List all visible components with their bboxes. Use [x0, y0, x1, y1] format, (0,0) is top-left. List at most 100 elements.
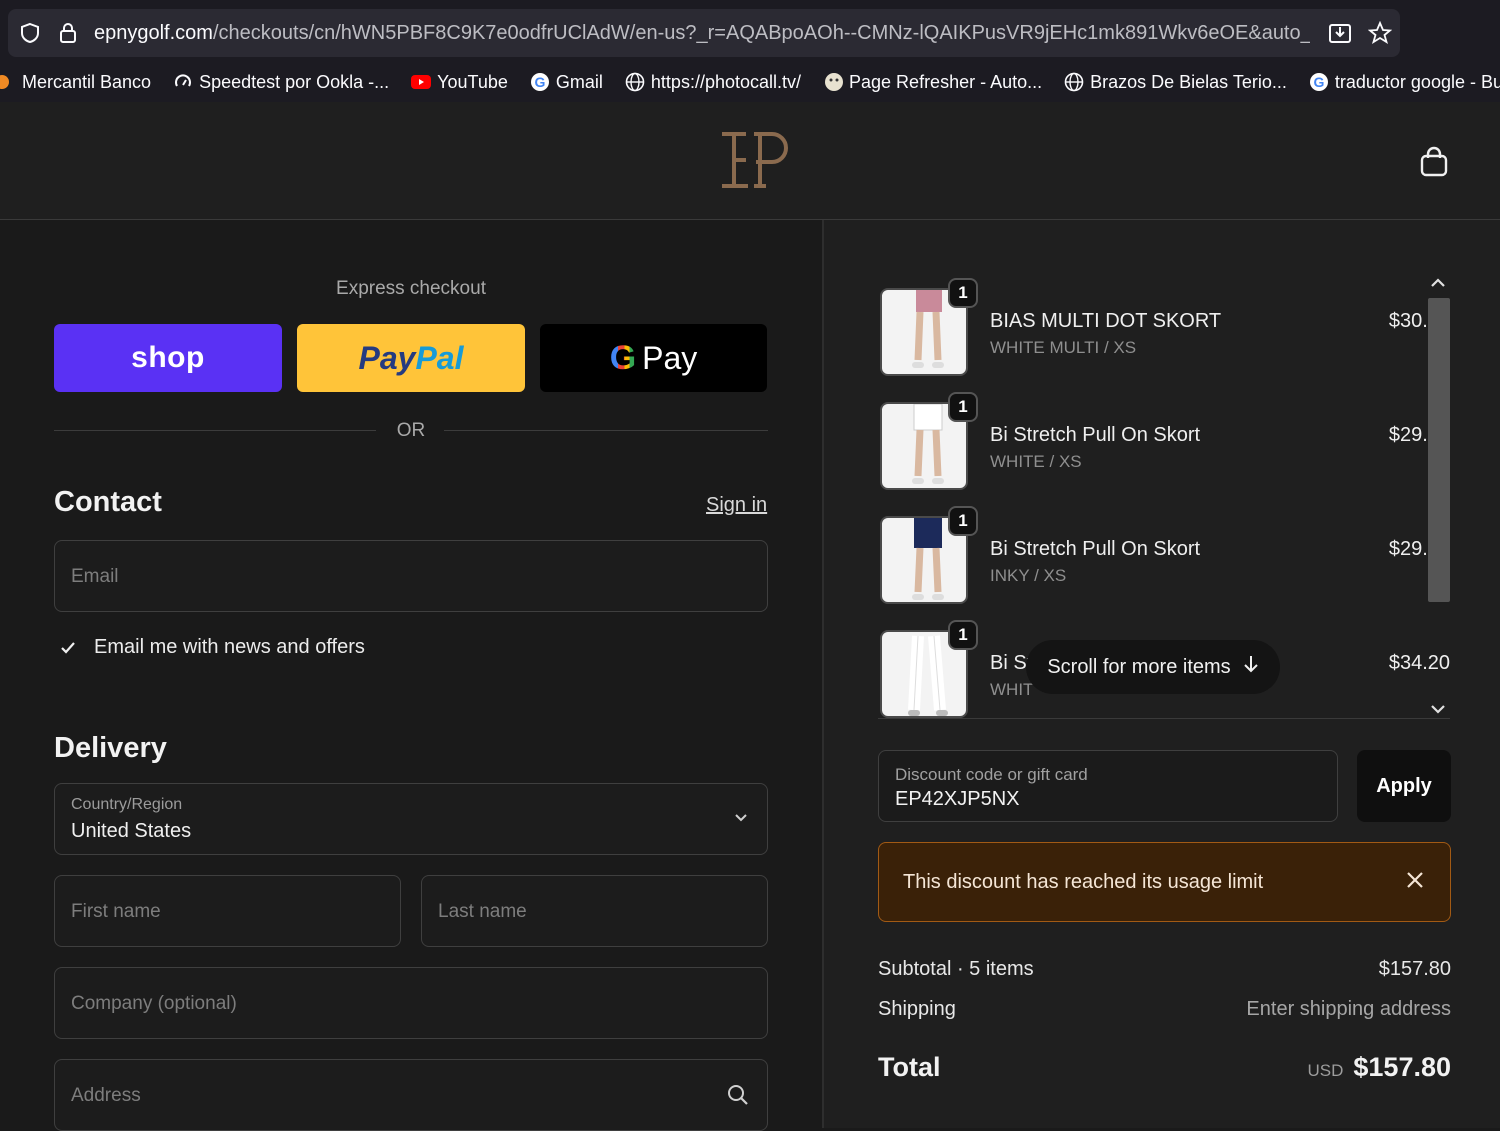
- shipping-label: Shipping: [878, 998, 956, 1020]
- items-divider: [878, 718, 1450, 719]
- sign-in-link[interactable]: Sign in: [706, 494, 767, 517]
- youtube-icon: [411, 72, 432, 92]
- bookmark-label: Page Refresher - Auto...: [849, 71, 1043, 92]
- country-value: United States: [71, 820, 192, 842]
- scroll-hint-label: Scroll for more items: [1047, 655, 1231, 678]
- bookmark-mercantil[interactable]: Mercantil Banco: [0, 72, 151, 93]
- paypal-word-pay: Pay: [358, 339, 416, 376]
- url-host: epnygolf.com: [94, 21, 213, 44]
- bookmark-label: traductor google - Bu...: [1334, 71, 1500, 92]
- ep-logo[interactable]: [716, 130, 788, 190]
- discount-label: Discount code or gift card: [895, 765, 1088, 784]
- chevron-down-icon: [733, 810, 749, 831]
- quantity-badge: 1: [948, 506, 978, 536]
- bookmark-label: https://photocall.tv/: [650, 71, 802, 92]
- contact-heading: Contact: [54, 486, 162, 518]
- shield-icon[interactable]: [18, 21, 42, 45]
- discount-error-banner: This discount has reached its usage limi…: [878, 842, 1451, 922]
- bookmarks-bar: Mercantil Banco Speedtest por Ookla -...…: [0, 62, 1500, 102]
- bookmark-youtube[interactable]: YouTube: [411, 72, 508, 93]
- bookmark-gmail[interactable]: G Gmail: [530, 72, 603, 93]
- bookmark-speedtest[interactable]: Speedtest por Ookla -...: [173, 72, 389, 93]
- svg-text:G: G: [534, 74, 545, 90]
- cart-item: 1 Bi Stretch Pull On Skort INKY / XS $29…: [880, 506, 1460, 604]
- speedtest-icon: [173, 72, 193, 92]
- email-field[interactable]: Email: [54, 540, 768, 612]
- mercantil-icon: [0, 72, 16, 92]
- bookmark-label: YouTube: [437, 71, 508, 92]
- discount-code-field[interactable]: Discount code or gift card EP42XJP5NX: [878, 750, 1338, 822]
- order-summary: 1 BIAS MULTI DOT SKORT WHITE MULTI / XS …: [824, 220, 1500, 1128]
- discount-value: EP42XJP5NX: [895, 788, 1020, 810]
- item-name: Bi Stretch Pull On Skort: [990, 424, 1201, 446]
- last-name-field[interactable]: Last name: [421, 875, 768, 947]
- google-pay-button[interactable]: G Pay: [540, 324, 767, 392]
- shipping-row: Shipping Enter shipping address: [878, 998, 1451, 1021]
- apply-discount-button[interactable]: Apply: [1357, 750, 1451, 822]
- quantity-badge: 1: [948, 392, 978, 422]
- site-header: [0, 102, 1500, 220]
- address-placeholder: Address: [71, 1085, 141, 1106]
- item-variant: INKY / XS: [990, 566, 1067, 585]
- refresher-icon: [823, 72, 844, 92]
- url-path: /checkouts/cn/hWN5PBF8C9K7e0odfrUClAdW/e…: [212, 21, 1310, 44]
- star-icon[interactable]: [1368, 21, 1392, 45]
- divider-line: [444, 430, 768, 431]
- company-field[interactable]: Company (optional): [54, 967, 768, 1039]
- country-label: Country/Region: [71, 796, 183, 813]
- google-icon: G: [1309, 72, 1329, 92]
- checkmark-icon[interactable]: [58, 638, 78, 658]
- close-icon[interactable]: [1406, 865, 1424, 896]
- country-select[interactable]: Country/Region United States: [54, 783, 768, 855]
- bookmark-brazos[interactable]: Brazos De Bielas Terio...: [1064, 72, 1287, 93]
- total-label: Total: [878, 1052, 941, 1082]
- address-field[interactable]: Address: [54, 1059, 768, 1131]
- delivery-heading: Delivery: [54, 732, 167, 764]
- last-name-placeholder: Last name: [438, 901, 527, 922]
- search-icon[interactable]: [727, 1084, 749, 1111]
- arrow-down-icon: [1243, 655, 1259, 679]
- address-bar[interactable]: epnygolf.com/checkouts/cn/hWN5PBF8C9K7e0…: [8, 9, 1400, 57]
- or-divider: OR: [54, 418, 768, 442]
- quantity-badge: 1: [948, 278, 978, 308]
- google-icon: G: [530, 72, 550, 92]
- url-text[interactable]: epnygolf.com/checkouts/cn/hWN5PBF8C9K7e0…: [94, 22, 1310, 45]
- cart-item: 1 BIAS MULTI DOT SKORT WHITE MULTI / XS …: [880, 278, 1460, 376]
- checkout-form: Express checkout shop Pay Pal G Pay OR Co…: [0, 220, 822, 1131]
- globe-icon: [625, 72, 645, 92]
- bookmark-label: Brazos De Bielas Terio...: [1090, 71, 1287, 92]
- subtotal-row: Subtotal · 5 items $157.80: [878, 958, 1451, 981]
- express-checkout-label: Express checkout: [336, 278, 486, 299]
- paypal-word-pal: Pal: [415, 339, 464, 376]
- globe-icon: [1064, 72, 1084, 92]
- items-scrollbar[interactable]: [1428, 298, 1450, 602]
- first-name-placeholder: First name: [71, 901, 161, 922]
- scroll-up-icon[interactable]: [1428, 274, 1448, 295]
- bookmark-page-refresher[interactable]: Page Refresher - Auto...: [823, 72, 1042, 93]
- bookmark-photocall[interactable]: https://photocall.tv/: [625, 72, 801, 93]
- bookmark-traductor[interactable]: Gtraductor google - Bu...: [1309, 72, 1500, 93]
- shopping-bag-icon[interactable]: [1418, 146, 1450, 178]
- lock-icon[interactable]: [56, 21, 80, 45]
- item-name: BIAS MULTI DOT SKORT: [990, 310, 1222, 332]
- subtotal-label: Subtotal · 5 items: [878, 958, 1034, 980]
- shop-pay-button[interactable]: shop: [54, 324, 282, 392]
- bookmark-label: Mercantil Banco: [22, 71, 152, 92]
- total-currency: USD: [1307, 1061, 1344, 1080]
- news-offers-checkbox[interactable]: Email me with news and offers: [58, 636, 365, 659]
- company-placeholder: Company (optional): [71, 993, 237, 1014]
- shipping-value: Enter shipping address: [1246, 998, 1451, 1020]
- first-name-field[interactable]: First name: [54, 875, 401, 947]
- download-page-icon[interactable]: [1328, 21, 1352, 45]
- bookmark-label: Speedtest por Ookla -...: [199, 71, 390, 92]
- cart-item: 1 Bi Stretch Pull On Skort WHITE / XS $2…: [880, 392, 1460, 490]
- discount-error-message: This discount has reached its usage limi…: [903, 871, 1264, 893]
- scroll-more-items-button[interactable]: Scroll for more items: [1026, 640, 1280, 694]
- paypal-button[interactable]: Pay Pal: [297, 324, 525, 392]
- subtotal-value: $157.80: [1378, 958, 1451, 980]
- item-price: $34.20: [1388, 652, 1450, 674]
- bookmark-label: Gmail: [555, 71, 603, 92]
- browser-toolbar: epnygolf.com/checkouts/cn/hWN5PBF8C9K7e0…: [0, 0, 1500, 62]
- google-g-icon: G: [609, 338, 637, 377]
- divider-line: [54, 430, 376, 431]
